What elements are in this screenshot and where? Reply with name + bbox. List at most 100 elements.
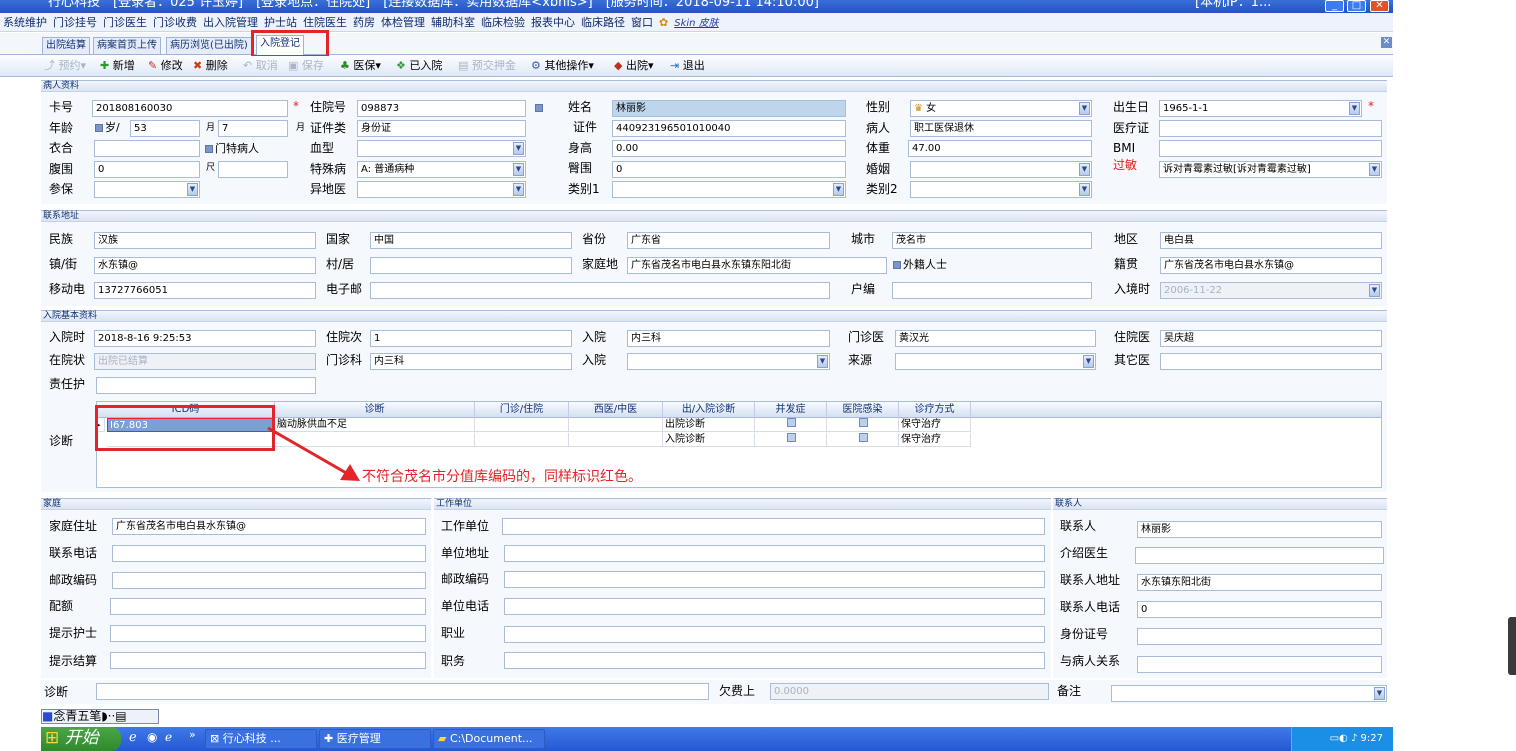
menu-pathway[interactable]: 临床路径 xyxy=(578,13,628,32)
chevron-down-icon[interactable]: ▼ xyxy=(1369,284,1380,297)
menu-register[interactable]: 门诊挂号 xyxy=(50,13,100,32)
deposit-button[interactable]: ▤ 预交押金 xyxy=(458,58,516,74)
idno-field[interactable]: 440923196501010040 xyxy=(612,120,846,137)
op-doctor-field[interactable]: 黄汉光 xyxy=(895,330,1096,347)
ptype-field[interactable]: 职工医保退休 xyxy=(910,120,1092,137)
family-addr-field[interactable]: 广东省茂名市电白县水东镇@ xyxy=(112,518,426,535)
family-zip-field[interactable] xyxy=(112,572,426,589)
remark-select[interactable]: ▼ xyxy=(1111,685,1387,702)
treatment-cell[interactable]: 保守治疗 xyxy=(899,418,971,432)
waist-field[interactable]: 0 xyxy=(94,161,200,178)
chevron-down-icon[interactable]: ▼ xyxy=(1374,687,1385,700)
idtype-field[interactable]: 身份证 xyxy=(357,120,526,137)
chevron-down-icon[interactable]: ▼ xyxy=(513,183,524,196)
height-field[interactable]: 0.00 xyxy=(612,140,846,157)
other-ops-button[interactable]: ⚙ 其他操作▾ xyxy=(531,58,594,74)
district-field[interactable]: 电白县 xyxy=(1160,232,1382,249)
nation-field[interactable]: 汉族 xyxy=(94,232,316,249)
save-button[interactable]: ▣ 保存 xyxy=(288,58,324,74)
menu-window[interactable]: 窗口 xyxy=(628,13,656,32)
chevron-down-icon[interactable]: ▼ xyxy=(1083,355,1094,368)
menu-checkup[interactable]: 体检管理 xyxy=(378,13,428,32)
chevron-down-icon[interactable]: ▼ xyxy=(817,355,828,368)
infection-cell[interactable] xyxy=(827,418,899,432)
ref-doctor-field[interactable] xyxy=(1135,547,1384,564)
disease-select[interactable]: A: 普通病种 ▼ xyxy=(357,161,526,178)
infection-checkbox[interactable] xyxy=(859,433,868,442)
country-field[interactable]: 中国 xyxy=(370,232,572,249)
chevron-down-icon[interactable]: ▼ xyxy=(513,142,524,155)
treatment-cell[interactable]: 保守治疗 xyxy=(899,433,971,447)
menu-skin[interactable]: Skin 皮肤 xyxy=(671,14,721,33)
opip-cell[interactable] xyxy=(475,418,569,432)
tray-volume-icon[interactable]: ♪ xyxy=(1351,733,1357,744)
chevron-down-icon[interactable]: ▼ xyxy=(1079,163,1090,176)
chevron-down-icon[interactable]: ▼ xyxy=(1079,183,1090,196)
admit-dept-field[interactable]: 内三科 xyxy=(627,330,830,347)
sex-select[interactable]: ♛ 女 ▼ xyxy=(910,100,1092,117)
western-cell[interactable] xyxy=(569,418,663,432)
source-select[interactable]: ▼ xyxy=(895,353,1096,370)
marriage-select[interactable]: ▼ xyxy=(910,161,1092,178)
hukou-field[interactable] xyxy=(892,282,1092,299)
home-field[interactable]: 广东省茂名市电白县水东镇东阳北街 xyxy=(627,257,887,274)
job-field[interactable] xyxy=(504,626,1045,643)
allergy-select[interactable]: 诉对青霉素过敏[诉对青霉素过敏] ▼ xyxy=(1159,161,1382,178)
menu-report[interactable]: 报表中心 xyxy=(528,13,578,32)
close-tab-icon[interactable]: ✕ xyxy=(1381,37,1392,48)
menu-system[interactable]: 系统维护 xyxy=(0,13,50,32)
foreign-checkbox[interactable]: 外籍人士 xyxy=(893,258,947,272)
quicklaunch-desktop-icon[interactable]: ◉ xyxy=(147,730,157,744)
add-button[interactable]: ✚ 新增 xyxy=(100,58,135,74)
medcard-field[interactable] xyxy=(1159,120,1382,137)
close-button[interactable]: ✕ xyxy=(1370,0,1389,12)
contact-idno-field[interactable] xyxy=(1137,628,1382,645)
col-infection[interactable]: 医院感染 xyxy=(827,402,899,418)
waist-extra-field[interactable] xyxy=(218,161,288,178)
infection-cell[interactable] xyxy=(827,433,899,447)
minimize-button[interactable]: _ xyxy=(1325,0,1344,12)
special-patient-checkbox[interactable]: 门特病人 xyxy=(205,142,259,156)
town-field[interactable]: 水东镇@ xyxy=(94,257,316,274)
quicklaunch-media-icon[interactable]: ℯ xyxy=(165,730,172,744)
tray-network-icon[interactable]: ▭◐ xyxy=(1330,733,1348,744)
opip-cell[interactable] xyxy=(475,433,569,447)
complication-cell[interactable] xyxy=(755,433,827,447)
other-doctor-field[interactable] xyxy=(1160,353,1382,370)
col-diag[interactable]: 诊断 xyxy=(275,402,475,418)
insurance-select[interactable]: ▼ xyxy=(94,181,200,198)
chevron-down-icon[interactable]: ▼ xyxy=(1369,163,1380,176)
blood-select[interactable]: ▼ xyxy=(357,140,526,157)
admno-checkbox[interactable] xyxy=(535,104,543,112)
contact-name-field[interactable]: 林丽影 xyxy=(1137,521,1382,538)
col-complication[interactable]: 并发症 xyxy=(755,402,827,418)
remote-select[interactable]: ▼ xyxy=(357,181,526,198)
cat2-select[interactable]: ▼ xyxy=(910,181,1092,198)
chevron-down-icon[interactable]: ▼ xyxy=(833,183,844,196)
province-field[interactable]: 广东省 xyxy=(627,232,830,249)
bmi-field[interactable] xyxy=(1159,140,1382,157)
cancel-button[interactable]: ↶ 取消 xyxy=(243,58,278,74)
cat1-select[interactable]: ▼ xyxy=(612,181,846,198)
infection-checkbox[interactable] xyxy=(859,418,868,427)
col-western[interactable]: 西医/中医 xyxy=(569,402,663,418)
chevron-down-icon[interactable]: ▼ xyxy=(513,163,524,176)
nurse-field[interactable] xyxy=(96,377,316,394)
admno-field[interactable]: 098873 xyxy=(357,100,526,117)
name-field[interactable]: 林丽影 xyxy=(612,100,846,117)
work-addr-field[interactable] xyxy=(504,545,1045,562)
work-unit-field[interactable] xyxy=(502,518,1045,535)
email-field[interactable] xyxy=(370,282,830,299)
task-explorer[interactable]: ▰ C:\Document... xyxy=(433,729,545,749)
city-field[interactable]: 茂名市 xyxy=(892,232,1092,249)
quota-field[interactable] xyxy=(110,598,426,615)
bed-field[interactable] xyxy=(94,140,200,157)
relation-field[interactable] xyxy=(1137,656,1382,673)
admit-times-field[interactable]: 1 xyxy=(370,330,572,347)
col-diag-type[interactable]: 出/入院诊断 xyxy=(663,402,755,418)
task-medical[interactable]: ✚ 医疗管理 xyxy=(319,729,431,749)
tab-discharge-settle[interactable]: 出院结算 xyxy=(42,37,90,54)
mobile-field[interactable]: 13727766051 xyxy=(94,282,316,299)
maximize-button[interactable]: □ xyxy=(1347,0,1366,12)
western-cell[interactable] xyxy=(569,433,663,447)
